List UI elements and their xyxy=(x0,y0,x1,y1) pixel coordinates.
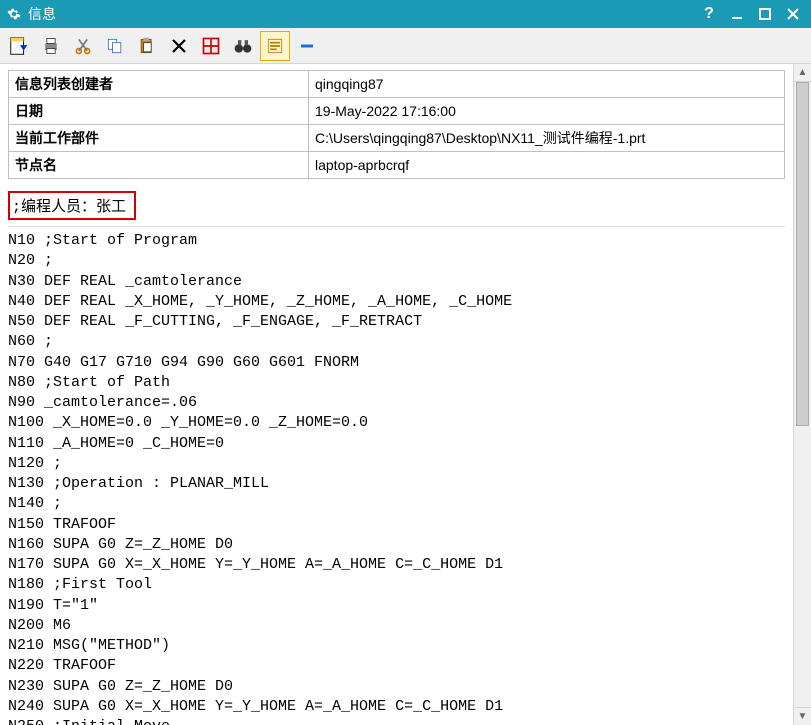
scroll-up-arrow[interactable]: ▲ xyxy=(794,64,811,82)
content-area: 信息列表创建者qingqing87 日期19-May-2022 17:16:00… xyxy=(0,64,811,725)
info-value: laptop-aprbcrqf xyxy=(309,152,785,179)
info-value: qingqing87 xyxy=(309,71,785,98)
table-row: 日期19-May-2022 17:16:00 xyxy=(9,98,785,125)
highlighted-section: ;编程人员：张工 xyxy=(8,185,785,227)
toolbar xyxy=(0,28,811,64)
maximize-button[interactable] xyxy=(751,0,779,28)
scroll-track[interactable] xyxy=(794,82,811,707)
cut-icon[interactable] xyxy=(68,31,98,61)
table-row: 当前工作部件C:\Users\qingqing87\Desktop\NX11_测… xyxy=(9,125,785,152)
minimize-button[interactable] xyxy=(723,0,751,28)
copy-icon[interactable] xyxy=(100,31,130,61)
help-button[interactable]: ? xyxy=(695,0,723,28)
window-title: 信息 xyxy=(28,4,695,24)
text-area[interactable]: 信息列表创建者qingqing87 日期19-May-2022 17:16:00… xyxy=(0,64,793,725)
table-row: 信息列表创建者qingqing87 xyxy=(9,71,785,98)
info-table: 信息列表创建者qingqing87 日期19-May-2022 17:16:00… xyxy=(8,70,785,179)
info-label: 当前工作部件 xyxy=(9,125,309,152)
binoculars-icon[interactable] xyxy=(228,31,258,61)
info-label: 日期 xyxy=(9,98,309,125)
titlebar: 信息 ? xyxy=(0,0,811,28)
highlighted-comment: ;编程人员：张工 xyxy=(8,191,136,220)
scroll-thumb[interactable] xyxy=(796,82,809,426)
gear-icon xyxy=(6,6,22,22)
close-button[interactable] xyxy=(779,0,807,28)
delete-icon[interactable] xyxy=(164,31,194,61)
info-label: 信息列表创建者 xyxy=(9,71,309,98)
file-save-icon[interactable] xyxy=(4,31,34,61)
scroll-down-arrow[interactable]: ▼ xyxy=(794,707,811,725)
print-icon[interactable] xyxy=(36,31,66,61)
minus-icon[interactable] xyxy=(292,31,322,61)
wrap-icon[interactable] xyxy=(260,31,290,61)
table-row: 节点名laptop-aprbcrqf xyxy=(9,152,785,179)
nc-code-listing: N10 ;Start of Program N20 ; N30 DEF REAL… xyxy=(8,231,785,725)
info-value: C:\Users\qingqing87\Desktop\NX11_测试件编程-1… xyxy=(309,125,785,152)
info-value: 19-May-2022 17:16:00 xyxy=(309,98,785,125)
vertical-scrollbar[interactable]: ▲ ▼ xyxy=(793,64,811,725)
paste-icon[interactable] xyxy=(132,31,162,61)
info-label: 节点名 xyxy=(9,152,309,179)
target-icon[interactable] xyxy=(196,31,226,61)
